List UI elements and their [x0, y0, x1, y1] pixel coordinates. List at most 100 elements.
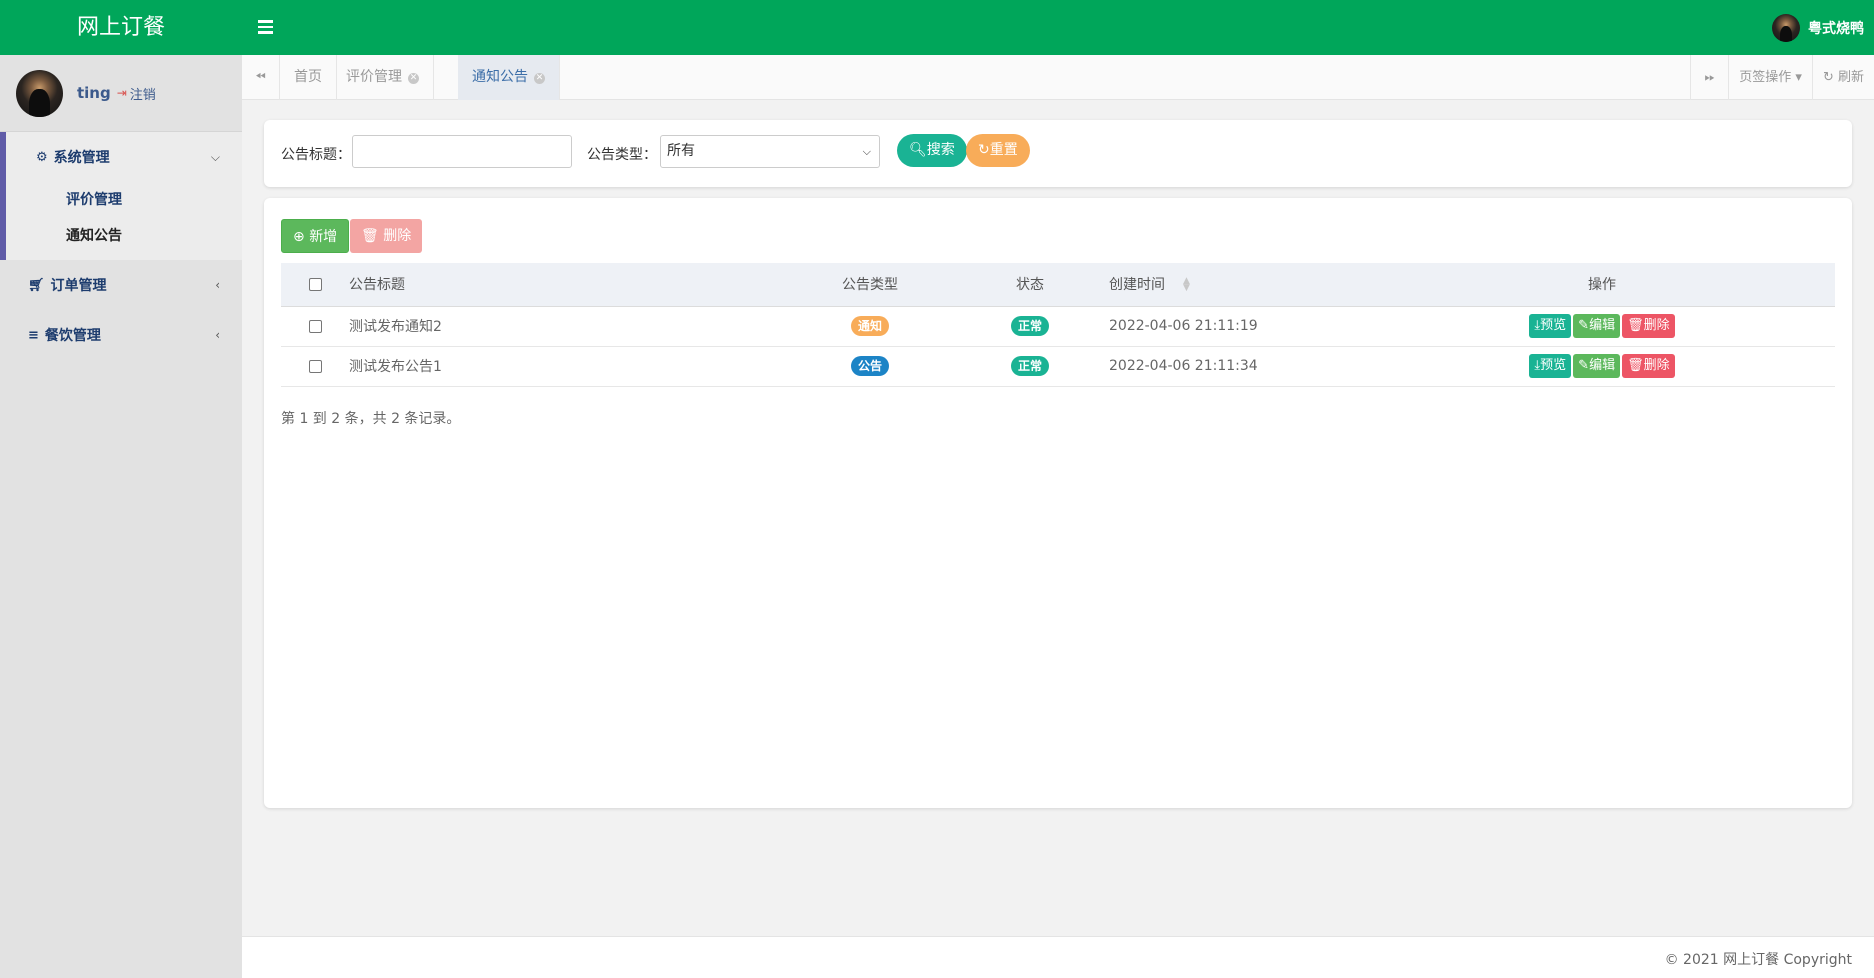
status-badge: 正常	[1010, 356, 1049, 376]
delete-button[interactable]: 🗑︎删除	[1622, 314, 1675, 338]
preview-label: 预览	[1540, 318, 1567, 333]
row-created: 2022-04-06 21:11:19	[1109, 306, 1369, 347]
chevron-left-icon: ‹	[215, 328, 220, 342]
tabs-right-controls: ⏩︎ 页签操作 ▾ ↻ 刷新	[1690, 55, 1874, 100]
col-header-status: 状态	[951, 263, 1109, 307]
nav-group-orders: 🛒︎ 订单管理 ‹	[0, 260, 242, 310]
preview-button[interactable]: ⤓预览	[1529, 354, 1572, 378]
nav-catering-label: 餐饮管理	[44, 328, 101, 344]
search-icon: 🔍︎	[909, 142, 927, 158]
tabs-scroll-left-icon[interactable]: ⏪︎	[242, 55, 280, 100]
page-ops-dropdown[interactable]: 页签操作 ▾	[1728, 55, 1812, 100]
trash-icon: 🗑︎	[1627, 358, 1644, 373]
row-type-cell: 公告	[789, 346, 951, 387]
gear-icon: ⚙	[36, 149, 48, 165]
top-navbar: 网上订餐 粤式烧鸭	[0, 0, 1874, 55]
pencil-icon: ✎	[1578, 318, 1590, 333]
tab-home-label: 首页	[294, 69, 322, 85]
tab-notice[interactable]: 通知公告 ✕	[458, 55, 560, 100]
notice-title-label: 公告标题：	[281, 147, 351, 163]
row-status-cell: 正常	[951, 306, 1109, 347]
row-status-cell: 正常	[951, 346, 1109, 387]
notice-type-label: 公告类型：	[587, 147, 657, 163]
sidebar-username: ting	[77, 84, 111, 102]
pencil-icon: ✎	[1578, 358, 1590, 373]
delete-selected-button[interactable]: 🗑︎ 删除	[350, 219, 423, 253]
row-type-cell: 通知	[789, 306, 951, 347]
page-ops-label: 页签操作	[1739, 70, 1792, 85]
sidebar-item-notice[interactable]: 通知公告	[6, 218, 242, 254]
header-avatar	[1772, 14, 1800, 42]
nav-system-label: 系统管理	[53, 150, 110, 166]
nav-system-submenu: 评价管理 通知公告	[6, 182, 242, 260]
nav-system-management[interactable]: ⚙ 系统管理 ⌵	[6, 132, 242, 182]
preview-button[interactable]: ⤓预览	[1529, 314, 1572, 338]
row-title: 测试发布公告1	[349, 346, 789, 387]
search-form-panel: 公告标题： 公告类型： 所有 ⌵ 🔍︎搜索 ↻重置	[264, 120, 1852, 187]
list-icon: ≡	[28, 327, 39, 343]
row-select-cell	[281, 346, 349, 387]
edit-button[interactable]: ✎编辑	[1573, 354, 1621, 378]
notice-title-input[interactable]	[352, 135, 572, 168]
sidebar-item-review-management[interactable]: 评价管理	[6, 182, 242, 218]
nav-group-system: ⚙ 系统管理 ⌵ 评价管理 通知公告	[0, 132, 242, 260]
refresh-icon: ↻	[1822, 70, 1838, 85]
row-created: 2022-04-06 21:11:34	[1109, 346, 1369, 387]
notice-type-selected: 所有	[667, 143, 695, 159]
page-tabs-bar: ⏪︎ 首页 评价管理 ✕ 通知公告 ✕ ⏩︎ 页签操作 ▾ ↻ 刷新	[242, 55, 1874, 100]
tab-notice-label: 通知公告	[472, 69, 528, 85]
edit-button[interactable]: ✎编辑	[1573, 314, 1621, 338]
chevron-left-icon: ‹	[215, 278, 220, 292]
sidebar-toggle-icon[interactable]	[254, 17, 278, 39]
tab-review-management[interactable]: 评价管理 ✕	[332, 55, 434, 100]
type-badge: 公告	[850, 356, 889, 376]
nav-order-label: 订单管理	[50, 278, 107, 294]
col-header-created-label: 创建时间	[1109, 277, 1165, 294]
search-button[interactable]: 🔍︎搜索	[897, 134, 967, 167]
sidebar-user-panel: ting ⇥ 注销	[0, 55, 242, 132]
tab-review-label: 评价管理	[346, 69, 402, 85]
row-checkbox[interactable]	[308, 359, 322, 373]
sidebar: ting ⇥ 注销 ⚙ 系统管理 ⌵ 评价管理 通知公告 🛒︎ 订单管理 ‹ ≡…	[0, 55, 242, 978]
copyright-text: © 2021 网上订餐 Copyright	[1664, 952, 1852, 968]
delete-label: 删除	[1643, 318, 1670, 333]
current-user-name: 粤式烧鸭	[1808, 21, 1864, 37]
refresh-button[interactable]: ↻ 刷新	[1811, 55, 1874, 100]
reset-button-label: 重置	[989, 142, 1018, 158]
col-header-created[interactable]: 创建时间 ▲ ▼	[1109, 263, 1369, 307]
delete-button[interactable]: 🗑︎删除	[1622, 354, 1675, 378]
sort-icon[interactable]: ▲ ▼	[1183, 277, 1190, 293]
close-icon[interactable]: ✕	[408, 73, 419, 84]
page-footer: © 2021 网上订餐 Copyright	[242, 936, 1874, 978]
notice-table: 公告标题 公告类型 状态 创建时间 ▲ ▼ 操作 测试发布通知2 通知 正常 202…	[281, 263, 1835, 387]
delete-label: 删除	[1643, 358, 1670, 373]
logout-link[interactable]: ⇥ 注销	[117, 84, 156, 103]
refresh-label: 刷新	[1837, 70, 1864, 85]
table-header-row: 公告标题 公告类型 状态 创建时间 ▲ ▼ 操作	[281, 263, 1835, 307]
refresh-icon: ↻	[978, 142, 990, 158]
nav-catering-management[interactable]: ≡ 餐饮管理 ‹	[0, 310, 242, 360]
select-all-checkbox[interactable]	[308, 277, 322, 291]
add-button-label: 新增	[309, 229, 338, 245]
trash-icon: 🗑︎	[1627, 318, 1644, 333]
app-logo-title[interactable]: 网上订餐	[0, 0, 242, 55]
notice-type-select[interactable]: 所有 ⌵	[660, 135, 880, 168]
current-user-menu[interactable]: 粤式烧鸭	[1772, 13, 1864, 43]
notice-table-panel: ⊕ 新增 🗑︎ 删除 公告标题 公告类型 状态 创建时间 ▲ ▼ 操作 测试发布通知…	[264, 198, 1852, 808]
chevron-down-icon: ⌵	[210, 149, 220, 164]
delete-selected-label: 删除	[383, 228, 412, 244]
sign-out-icon: ⇥	[116, 86, 127, 100]
tab-home[interactable]: 首页	[280, 55, 337, 100]
cart-icon: 🛒︎	[28, 277, 45, 293]
user-avatar	[16, 69, 63, 117]
search-button-label: 搜索	[926, 142, 955, 158]
nav-group-catering: ≡ 餐饮管理 ‹	[0, 310, 242, 360]
nav-order-management[interactable]: 🛒︎ 订单管理 ‹	[0, 260, 242, 310]
add-button[interactable]: ⊕ 新增	[281, 219, 350, 253]
tabs-scroll-right-icon[interactable]: ⏩︎	[1690, 55, 1728, 100]
caret-down-icon: ▾	[1791, 70, 1802, 85]
reset-button[interactable]: ↻重置	[966, 134, 1030, 167]
row-checkbox[interactable]	[308, 319, 322, 333]
close-icon[interactable]: ✕	[534, 73, 545, 84]
table-row: 测试发布通知2 通知 正常 2022-04-06 21:11:19 ⤓预览 ✎编辑…	[281, 306, 1835, 347]
